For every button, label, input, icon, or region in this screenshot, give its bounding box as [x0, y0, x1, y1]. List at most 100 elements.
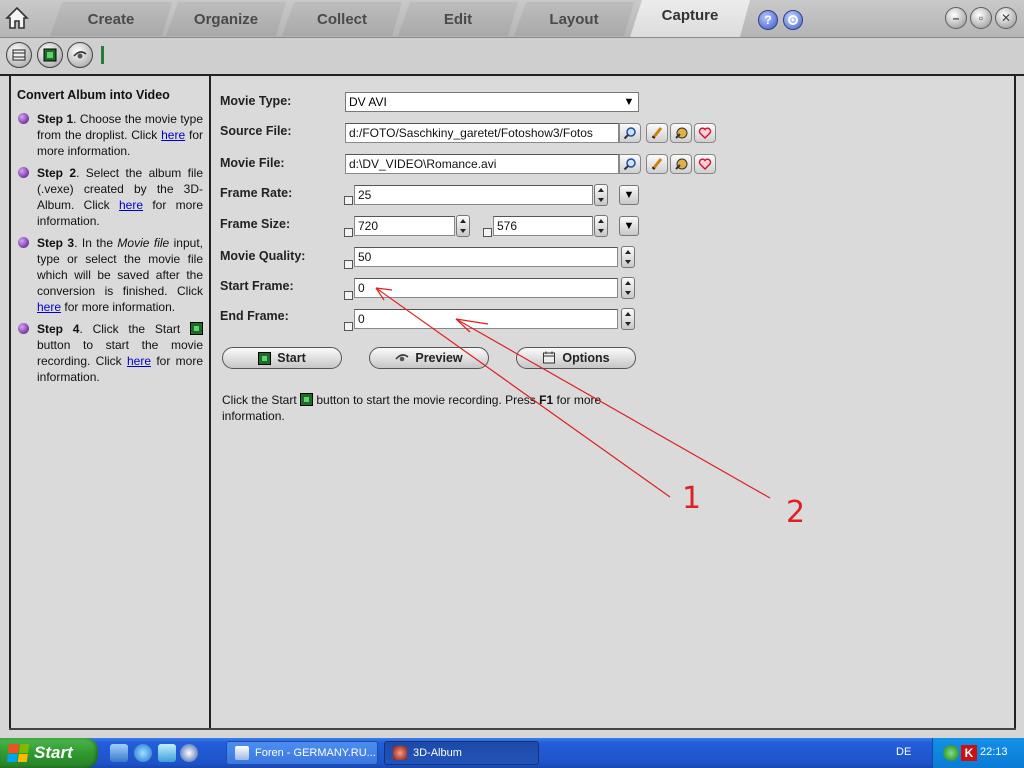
movie-type-select[interactable]: DV AVI ▼ [345, 92, 639, 112]
frame-rate-input[interactable]: 25 [354, 185, 593, 205]
heart-icon [698, 127, 712, 139]
record-icon [258, 351, 272, 365]
brush-icon [675, 127, 688, 139]
step-1: Step 1. Choose the movie type from the d… [17, 111, 203, 159]
bullet-icon [18, 113, 29, 124]
magnifier-icon [623, 127, 636, 140]
album-tool-button[interactable] [6, 42, 32, 68]
capture-panel: Movie Type: DV AVI ▼ Source File: d:/FOT… [211, 76, 1016, 728]
frame-height-input[interactable]: 576 [493, 216, 593, 236]
instructions-panel: Convert Album into Video Step 1. Choose … [9, 76, 211, 728]
home-button[interactable] [2, 2, 32, 34]
step-3-help-link[interactable]: here [37, 300, 61, 314]
help-icon[interactable]: ? [758, 10, 778, 30]
capture-tool-button[interactable] [37, 42, 63, 68]
media-player-icon[interactable] [180, 744, 198, 762]
windows-taskbar: Start Foren - GERMANY.RU... 3D-Album DE … [0, 738, 1024, 768]
tab-edit[interactable]: Edit [398, 2, 518, 36]
movie-quality-stepper[interactable] [621, 246, 635, 268]
restore-button[interactable]: ▫ [970, 7, 992, 29]
frame-width-stepper[interactable] [456, 215, 470, 237]
taskbar-item-3d-album[interactable]: 3D-Album [384, 741, 539, 765]
clear-source-button[interactable] [670, 123, 692, 143]
edit-source-button[interactable] [646, 123, 668, 143]
frame-rate-lock[interactable] [344, 196, 353, 205]
tab-layout[interactable]: Layout [514, 2, 634, 36]
movie-file-input[interactable]: d:\DV_VIDEO\Romance.avi [345, 154, 619, 174]
frame-size-dropdown[interactable]: ▼ [619, 216, 639, 236]
frame-rate-dropdown[interactable]: ▼ [619, 185, 639, 205]
info-text: Click the Start button to start the movi… [222, 393, 602, 423]
source-file-input[interactable]: d:/FOTO/Saschkiny_garetet/Fotoshow3/Foto… [345, 123, 619, 143]
start-frame-lock[interactable] [344, 291, 353, 300]
step-4-help-link[interactable]: here [127, 354, 151, 368]
chevron-down-icon: ▼ [623, 189, 635, 201]
taskbar-item-forum[interactable]: Foren - GERMANY.RU... [226, 741, 378, 765]
step-1-help-link[interactable]: here [161, 128, 185, 142]
start-frame-input[interactable]: 0 [354, 278, 618, 298]
edit-movie-button[interactable] [646, 154, 668, 174]
start-frame-stepper[interactable] [621, 277, 635, 299]
step-2: Step 2. Select the album file (.vexe) cr… [17, 165, 203, 229]
frame-rate-label: Frame Rate: [220, 186, 293, 200]
settings-icon[interactable] [783, 10, 803, 30]
windows-logo-icon [6, 744, 30, 762]
favorite-movie-button[interactable] [694, 154, 716, 174]
record-icon [43, 48, 57, 62]
preview-tool-button[interactable] [67, 42, 93, 68]
start-button[interactable]: Start [222, 347, 342, 369]
frame-height-lock[interactable] [483, 228, 492, 237]
frame-width-input[interactable]: 720 [354, 216, 455, 236]
end-frame-input[interactable]: 0 [354, 309, 618, 329]
chevron-down-icon: ▼ [623, 220, 635, 232]
frame-height-stepper[interactable] [594, 215, 608, 237]
tool-separator [101, 46, 104, 64]
end-frame-lock[interactable] [344, 322, 353, 331]
messenger-icon[interactable] [158, 744, 176, 762]
step-2-help-link[interactable]: here [119, 198, 143, 212]
movie-quality-input[interactable]: 50 [354, 247, 618, 267]
language-indicator[interactable]: DE [896, 746, 911, 758]
options-icon [543, 351, 556, 364]
end-frame-stepper[interactable] [621, 308, 635, 330]
movie-quality-label: Movie Quality: [220, 249, 306, 263]
main-tab-bar: Create Organize Collect Edit Layout Capt… [0, 0, 1024, 38]
start-frame-label: Start Frame: [220, 279, 294, 293]
end-frame-label: End Frame: [220, 309, 289, 323]
minimize-button[interactable]: – [945, 7, 967, 29]
magnifier-icon [623, 158, 636, 171]
heart-icon [698, 158, 712, 170]
internet-explorer-icon[interactable] [134, 744, 152, 762]
clock: 22:13 [980, 746, 1008, 758]
pencil-icon [651, 158, 663, 170]
close-button[interactable]: ✕ [995, 7, 1017, 29]
clear-movie-button[interactable] [670, 154, 692, 174]
antivirus-tray-icon[interactable]: K [961, 745, 977, 761]
start-button-os[interactable]: Start [0, 738, 98, 768]
preview-button[interactable]: Preview [369, 347, 489, 369]
brush-icon [675, 158, 688, 170]
frame-size-lock[interactable] [344, 228, 353, 237]
show-desktop-icon[interactable] [110, 744, 128, 762]
panel-title: Convert Album into Video [17, 88, 170, 102]
browse-movie-button[interactable] [619, 154, 641, 174]
frame-size-label: Frame Size: [220, 217, 291, 231]
tab-create[interactable]: Create [50, 2, 172, 36]
chevron-down-icon: ▼ [623, 96, 635, 108]
tab-collect[interactable]: Collect [282, 2, 402, 36]
step-4: Step 4. Click the Start button to start … [17, 321, 203, 385]
bullet-icon [18, 323, 29, 334]
frame-rate-stepper[interactable] [594, 184, 608, 206]
options-button[interactable]: Options [516, 347, 636, 369]
tab-capture[interactable]: Capture [630, 0, 750, 37]
home-icon [5, 6, 29, 29]
tab-organize[interactable]: Organize [166, 2, 286, 36]
source-file-label: Source File: [220, 124, 292, 138]
favorite-source-button[interactable] [694, 123, 716, 143]
movie-quality-lock[interactable] [344, 260, 353, 269]
system-tray: K [932, 738, 1024, 768]
step-3: Step 3. In the Movie file input, type or… [17, 235, 203, 315]
browse-source-button[interactable] [619, 123, 641, 143]
network-tray-icon[interactable] [943, 745, 959, 761]
eye-icon [395, 354, 409, 362]
